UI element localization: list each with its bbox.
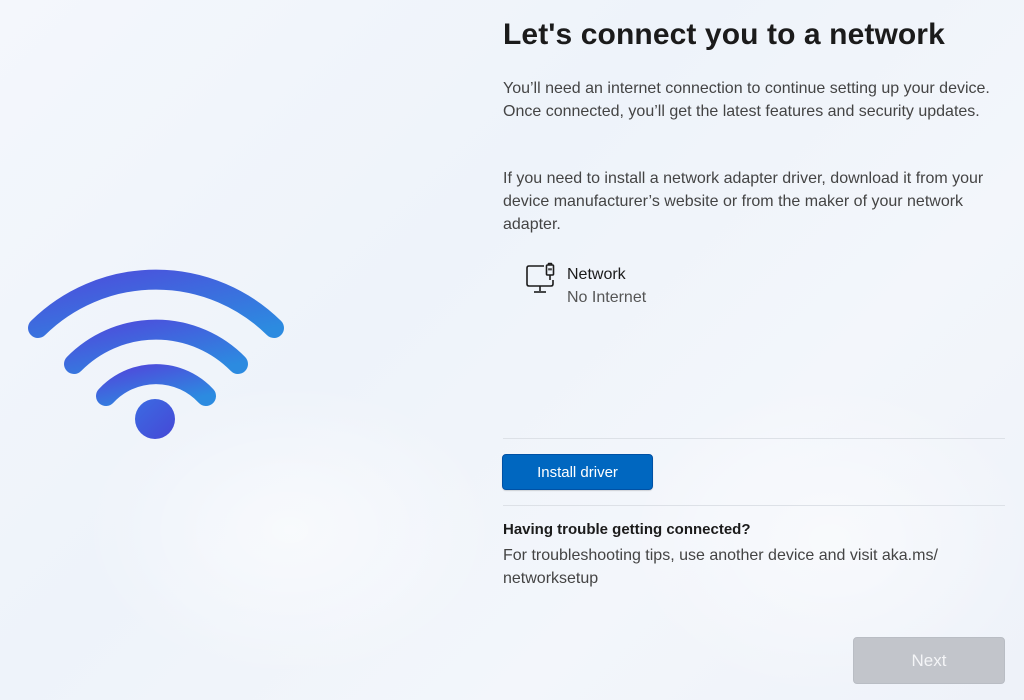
description-paragraph: You’ll need an internet connection to co… [503,80,990,120]
network-name: Network [567,266,626,283]
divider [503,505,1005,506]
wifi-icon [28,269,284,439]
setup-panel: Let's connect you to a network You’ll ne… [502,0,1005,700]
troubleshoot-text: For troubleshooting tips, use another de… [503,547,938,587]
install-driver-button[interactable]: Install driver [502,454,653,490]
divider [503,438,1005,439]
troubleshoot-heading: Having trouble getting connected? [503,521,751,538]
wifi-arc-middle [64,319,248,374]
wifi-arc-inner [96,364,216,406]
wifi-dot [135,399,175,439]
network-item[interactable]: Network No Internet [525,262,785,312]
driver-info-paragraph: If you need to install a network adapter… [503,170,984,233]
ethernet-monitor-icon [526,262,555,293]
page-title: Let's connect you to a network [503,18,945,51]
next-button[interactable]: Next [853,637,1005,684]
network-status: No Internet [567,289,647,306]
